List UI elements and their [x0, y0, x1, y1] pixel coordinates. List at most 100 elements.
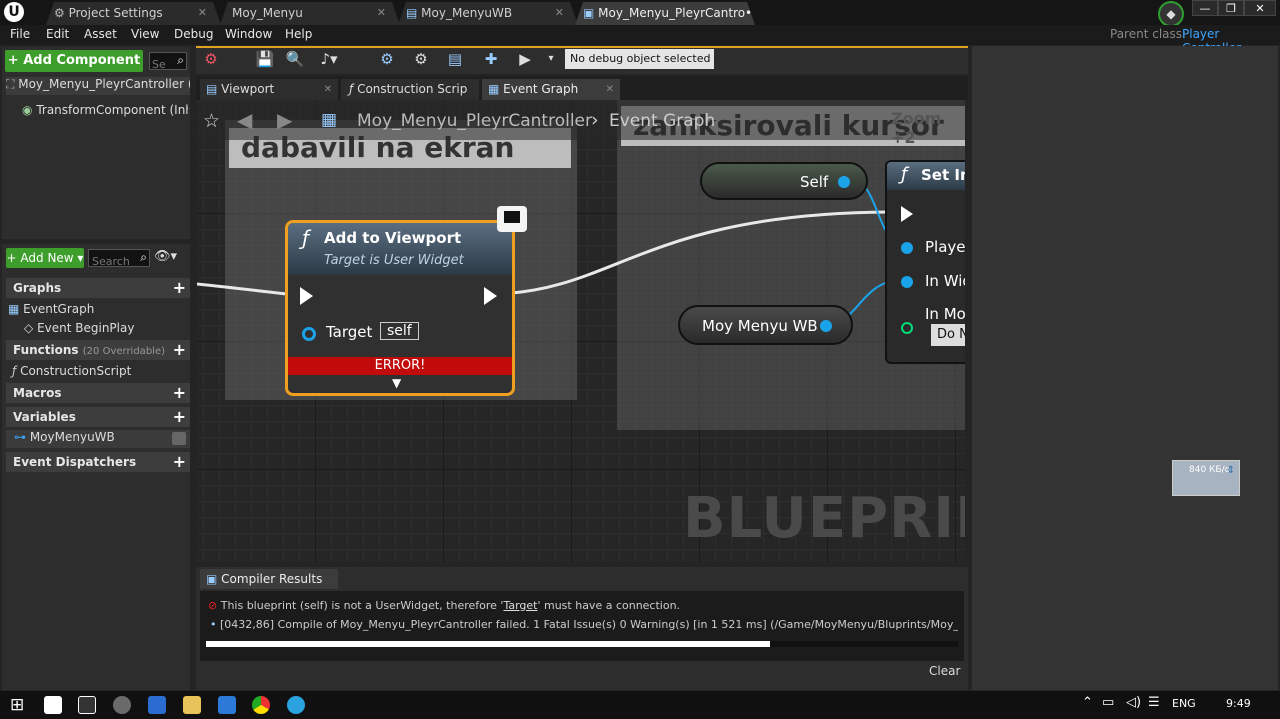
add-component-button[interactable]: + Add Component ▾: [5, 50, 143, 90]
favorite-star-icon[interactable]: ☆: [203, 110, 220, 132]
exec-in-pin[interactable]: [901, 206, 913, 222]
add-to-viewport-node[interactable]: ƒ Add to Viewport Target is User Widget …: [285, 220, 515, 396]
error-message-row[interactable]: ⊘ This blueprint (self) is not a UserWid…: [208, 599, 680, 612]
compile-log-row[interactable]: • [0432,86] Compile of Moy_Menyu_PleyrCa…: [210, 618, 958, 631]
graph-item-eventgraph[interactable]: ▦ EventGraph: [8, 302, 94, 316]
player-controller-pin[interactable]: [901, 242, 913, 254]
class-settings-icon[interactable]: ⚙: [410, 49, 432, 69]
close-window-button[interactable]: ✕: [1244, 0, 1276, 16]
network-icon[interactable]: ▭: [1102, 695, 1114, 710]
in-widget-pin[interactable]: [901, 276, 913, 288]
notification-icon[interactable]: ☰: [1148, 695, 1160, 710]
widget-output-pin[interactable]: [820, 320, 832, 332]
components-search-input[interactable]: Se ⌕: [149, 52, 187, 71]
log-scrollbar-thumb[interactable]: [206, 641, 770, 647]
add-macro-icon[interactable]: +: [173, 383, 186, 403]
unreal-taskbar-icon[interactable]: [78, 696, 96, 714]
macros-header[interactable]: Macros +: [6, 383, 190, 403]
moy-menyu-wb-node[interactable]: Moy Menyu WB: [678, 305, 853, 345]
advanced-chevron-icon[interactable]: ▼: [392, 376, 401, 390]
menu-edit[interactable]: Edit: [46, 27, 69, 41]
close-icon[interactable]: ✕: [606, 79, 614, 100]
functions-header[interactable]: Functions (20 Overridable) +: [6, 340, 190, 360]
event-dispatchers-header[interactable]: Event Dispatchers +: [6, 452, 190, 472]
tab-moy-menyu-wb[interactable]: ▤ Moy_MenyuWB ✕: [398, 2, 578, 25]
close-icon[interactable]: ✕: [377, 2, 386, 24]
set-input-mode-node[interactable]: ƒ Set In Playe In Wid In Mo Do N: [885, 160, 965, 364]
chrome-icon[interactable]: [252, 696, 270, 714]
close-icon[interactable]: ✕: [555, 2, 564, 24]
maximize-button[interactable]: ❐: [1218, 0, 1244, 16]
exec-out-pin[interactable]: [484, 287, 497, 305]
menu-file[interactable]: File: [10, 27, 30, 41]
clear-button[interactable]: Clear: [929, 664, 960, 678]
minimize-button[interactable]: —: [1192, 0, 1218, 16]
tab-moy-menyu[interactable]: Moy_Menyu ✕: [220, 2, 400, 25]
eye-toggle-icon[interactable]: [172, 432, 186, 445]
tab-project-settings[interactable]: ⚙ Project Settings ✕: [46, 2, 221, 25]
add-variable-icon[interactable]: +: [173, 407, 186, 427]
play-icon[interactable]: ▶: [514, 49, 536, 69]
menu-help[interactable]: Help: [285, 27, 312, 41]
volume-icon[interactable]: ◁): [1126, 695, 1141, 710]
taskbar-app-icon[interactable]: [113, 696, 131, 714]
function-item-construction[interactable]: ƒ ConstructionScript: [12, 364, 131, 378]
tab-event-graph[interactable]: ▦ Event Graph ✕: [482, 79, 620, 100]
menu-view[interactable]: View: [131, 27, 159, 41]
telegram-icon[interactable]: [287, 696, 305, 714]
close-icon[interactable]: ✕: [198, 2, 207, 24]
debug-object-select[interactable]: No debug object selected ▾: [565, 49, 714, 85]
back-arrow-icon[interactable]: ◀: [237, 108, 252, 132]
target-link[interactable]: Target: [503, 599, 537, 612]
variable-item-moymenyuwb[interactable]: ⊶ MoyMenyuWB: [6, 430, 190, 448]
graph-item-beginplay[interactable]: ◇ Event BeginPlay: [24, 321, 134, 335]
self-output-pin[interactable]: [838, 176, 850, 188]
compiler-results-tab[interactable]: ▣ Compiler Results: [200, 569, 338, 589]
unreal-logo-icon[interactable]: U: [4, 2, 24, 22]
graphs-header[interactable]: Graphs +: [6, 278, 190, 298]
tray-chevron-icon[interactable]: ⌃: [1082, 695, 1093, 710]
menu-window[interactable]: Window: [225, 27, 272, 41]
save-icon[interactable]: 💾: [254, 49, 276, 69]
menu-asset[interactable]: Asset: [84, 27, 117, 41]
add-new-button[interactable]: + Add New ▾: [6, 248, 84, 268]
tab-player-controller[interactable]: ▣ Moy_Menyu_PleyrCantro•: [575, 2, 755, 25]
in-mouse-lock-pin[interactable]: [901, 322, 913, 334]
self-node[interactable]: Self: [700, 162, 868, 200]
add-function-icon[interactable]: +: [173, 340, 186, 360]
taskbar-app-icon[interactable]: [218, 696, 236, 714]
source-control-icon[interactable]: ◆: [1158, 1, 1184, 27]
class-defaults-icon[interactable]: ▤: [444, 49, 466, 69]
taskbar-app-icon[interactable]: [148, 696, 166, 714]
language-indicator[interactable]: ENG: [1172, 697, 1196, 710]
component-root[interactable]: ⛶ Moy_Menyu_PleyrCantroller (self): [6, 77, 190, 95]
menu-debug[interactable]: Debug: [174, 27, 213, 41]
view-options-icon[interactable]: 👁▾: [154, 249, 184, 264]
simulate-icon[interactable]: ✚: [480, 49, 502, 69]
log-scrollbar-track[interactable]: [206, 641, 958, 647]
add-dispatcher-icon[interactable]: +: [173, 452, 186, 472]
play-options-chevron-icon[interactable]: ▾: [540, 49, 562, 69]
forward-arrow-icon[interactable]: ▶: [277, 108, 292, 132]
mouse-lock-dropdown[interactable]: Do N: [931, 324, 965, 346]
taskbar-app-icon[interactable]: [44, 696, 62, 714]
clock[interactable]: 9:49: [1226, 697, 1251, 710]
tab-construction-script[interactable]: ƒ Construction Scrip: [341, 79, 479, 100]
component-transform[interactable]: ◉ TransformComponent (Inherited): [22, 103, 188, 117]
compile-icon[interactable]: ⚙: [200, 49, 222, 69]
diff-icon[interactable]: ♪▾: [318, 49, 340, 69]
add-graph-icon[interactable]: +: [173, 278, 186, 298]
close-icon[interactable]: ✕: [324, 79, 332, 100]
exec-in-pin[interactable]: [300, 287, 313, 305]
windows-start-icon[interactable]: ⊞: [10, 695, 24, 715]
file-explorer-icon[interactable]: [183, 696, 201, 714]
breadcrumb-graph[interactable]: Event Graph: [609, 111, 715, 131]
event-graph-canvas[interactable]: dabavili na ekran zaniksirovali kursor ƒ…: [197, 100, 965, 562]
variables-header[interactable]: Variables +: [6, 407, 190, 427]
tab-viewport[interactable]: ▤ Viewport ✕: [200, 79, 338, 100]
breadcrumb-blueprint[interactable]: Moy_Menyu_PleyrCantroller: [357, 111, 592, 131]
target-pin[interactable]: [302, 327, 316, 341]
find-in-blueprint-icon[interactable]: ⚙: [376, 49, 398, 69]
blueprint-search-input[interactable]: Search ⌕: [88, 249, 150, 268]
find-icon[interactable]: 🔍: [284, 49, 306, 69]
